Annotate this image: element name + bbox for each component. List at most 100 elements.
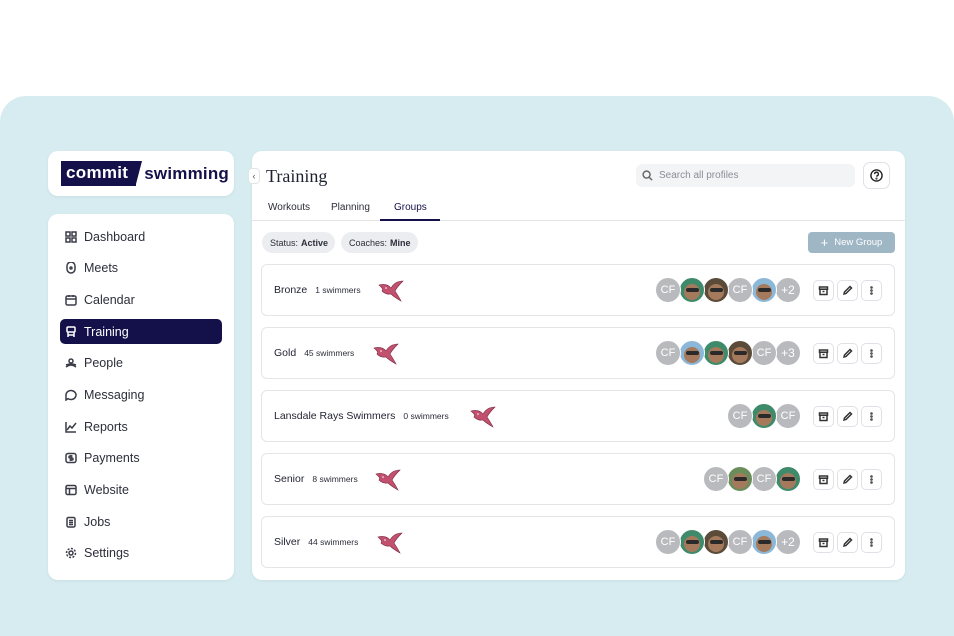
training-icon	[66, 325, 76, 337]
avatar	[727, 466, 753, 492]
archive-button[interactable]	[813, 343, 834, 364]
group-name-text: Lansdale Rays Swimmers	[274, 410, 396, 422]
sidebar-item-jobs[interactable]: Jobs	[60, 509, 222, 534]
manta-ray-icon	[373, 343, 399, 365]
more-options-button[interactable]	[861, 406, 882, 427]
edit-button[interactable]	[837, 532, 858, 553]
sidebar-item-training[interactable]: Training	[60, 319, 222, 345]
group-row[interactable]: Gold 45 swimmers +3 CF CF	[261, 327, 895, 379]
avatar	[703, 529, 729, 555]
avatar-initials: CF	[655, 277, 681, 303]
edit-button[interactable]	[837, 406, 858, 427]
group-row[interactable]: Bronze 1 swimmers +2 CF CF	[261, 264, 895, 316]
avatar-initials: CF	[727, 403, 753, 429]
archive-button[interactable]	[813, 532, 834, 553]
group-row[interactable]: Lansdale Rays Swimmers 0 swimmers CF CF	[261, 390, 895, 442]
status-filter-value: Active	[301, 237, 329, 248]
sidebar-item-settings[interactable]: Settings	[60, 541, 222, 566]
calendar-icon	[65, 294, 77, 306]
more-vertical-icon	[870, 349, 873, 358]
help-icon	[870, 169, 883, 182]
avatar-initials: CF	[751, 466, 777, 492]
chevron-left-icon: ‹	[252, 171, 256, 181]
avatar-stack[interactable]: +2 CF CF	[655, 277, 801, 303]
people-icon	[65, 358, 77, 368]
coaches-filter-value: Mine	[390, 237, 411, 248]
tab-bar: Workouts Planning Groups	[252, 196, 905, 221]
edit-button[interactable]	[837, 343, 858, 364]
search-icon	[642, 170, 653, 181]
archive-button[interactable]	[813, 280, 834, 301]
pencil-icon	[842, 411, 853, 422]
avatar-stack[interactable]: CF CF	[703, 466, 801, 492]
sidebar-item-people[interactable]: People	[60, 351, 222, 376]
coaches-filter-chip[interactable]: Coaches: Mine	[341, 232, 418, 253]
avatar-stack[interactable]: +2 CF CF	[655, 529, 801, 555]
sidebar-item-website[interactable]: Website	[60, 478, 222, 503]
collapse-sidebar-button[interactable]: ‹	[248, 168, 260, 184]
grid-icon	[65, 230, 77, 243]
new-group-button[interactable]: + New Group	[808, 232, 895, 253]
tab-workouts[interactable]: Workouts	[268, 202, 310, 213]
more-avatars-badge[interactable]: +3	[775, 340, 801, 366]
tab-planning[interactable]: Planning	[331, 202, 370, 213]
active-tab-indicator	[380, 219, 440, 221]
search-box[interactable]	[636, 164, 855, 187]
more-avatars-badge[interactable]: +2	[775, 277, 801, 303]
chart-icon	[65, 421, 77, 433]
sidebar-item-label: Dashboard	[84, 229, 146, 244]
archive-icon	[818, 538, 829, 548]
tab-groups[interactable]: Groups	[394, 202, 427, 213]
more-options-button[interactable]	[861, 280, 882, 301]
more-options-button[interactable]	[861, 532, 882, 553]
sidebar-item-reports[interactable]: Reports	[60, 414, 222, 439]
avatar	[703, 277, 729, 303]
group-name-text: Bronze	[274, 284, 308, 296]
more-options-button[interactable]	[861, 343, 882, 364]
sidebar-item-label: Calendar	[84, 292, 135, 307]
avatar-stack[interactable]: CF CF	[727, 403, 801, 429]
group-swimmer-count: 1 swimmers	[315, 285, 361, 295]
avatar-initials: CF	[775, 403, 801, 429]
avatar-stack[interactable]: +3 CF CF	[655, 340, 801, 366]
group-swimmer-count: 0 swimmers	[403, 411, 449, 421]
more-options-button[interactable]	[861, 469, 882, 490]
sidebar-item-meets[interactable]: Meets	[60, 256, 222, 281]
sidebar-item-calendar[interactable]: Calendar	[60, 287, 222, 312]
sidebar-item-label: Training	[84, 324, 129, 339]
sidebar-item-messaging[interactable]: Messaging	[60, 382, 222, 407]
pencil-icon	[842, 474, 853, 485]
plus-icon: +	[820, 235, 829, 250]
logo-card[interactable]: commit swimming	[48, 151, 234, 196]
edit-button[interactable]	[837, 469, 858, 490]
sidebar-item-dashboard[interactable]: Dashboard	[60, 224, 222, 249]
avatar	[679, 529, 705, 555]
avatar-initials: CF	[727, 277, 753, 303]
group-name: Bronze 1 swimmers	[274, 284, 361, 296]
search-input[interactable]	[659, 170, 849, 181]
archive-button[interactable]	[813, 406, 834, 427]
edit-button[interactable]	[837, 280, 858, 301]
sidebar-item-label: Website	[84, 483, 129, 497]
more-vertical-icon	[870, 412, 873, 421]
sidebar-item-label: People	[84, 356, 123, 371]
more-avatars-badge[interactable]: +2	[775, 529, 801, 555]
chat-icon	[65, 389, 77, 401]
archive-icon	[818, 349, 829, 359]
avatar	[775, 466, 801, 492]
help-button[interactable]	[863, 162, 890, 189]
archive-button[interactable]	[813, 469, 834, 490]
group-row[interactable]: Silver 44 swimmers +2 CF CF	[261, 516, 895, 568]
group-name: Lansdale Rays Swimmers 0 swimmers	[274, 410, 449, 422]
sidebar-item-label: Reports	[84, 419, 128, 434]
sidebar-item-payments[interactable]: Payments	[60, 446, 222, 471]
avatar-initials: CF	[655, 340, 681, 366]
group-name: Silver 44 swimmers	[274, 536, 358, 548]
group-row[interactable]: Senior 8 swimmers CF CF	[261, 453, 895, 505]
pencil-icon	[842, 285, 853, 296]
dollar-icon	[65, 453, 77, 464]
avatar	[727, 340, 753, 366]
group-swimmer-count: 45 swimmers	[304, 348, 355, 358]
sidebar-item-label: Messaging	[84, 387, 145, 402]
status-filter-chip[interactable]: Status: Active	[262, 232, 335, 253]
